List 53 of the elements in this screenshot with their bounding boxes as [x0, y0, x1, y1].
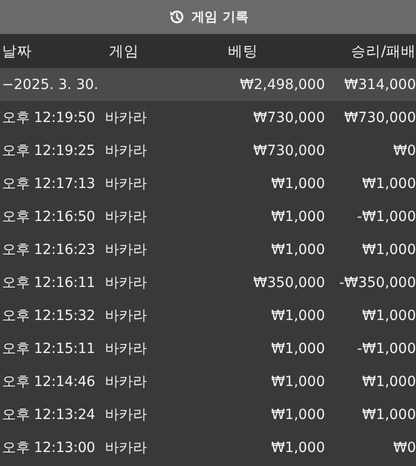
result-cell: ₩1,000 [362, 406, 416, 422]
window-title: 게임 기록 [192, 9, 248, 26]
column-header[interactable]: 승리/패배 [351, 42, 416, 60]
time-cell-text: 오후 12:13:00 [2, 438, 96, 456]
bet-cell: ₩1,000 [271, 374, 325, 390]
column-header[interactable]: 베팅 [195, 42, 258, 60]
game-cell-text: 바카라 [105, 142, 148, 160]
bet-cell: ₩1,000 [271, 440, 325, 456]
game-cell-text: 바카라 [105, 406, 148, 424]
bet-cell: ₩1,000 [271, 340, 325, 356]
result-cell: ₩1,000 [362, 308, 416, 324]
game-cell-text: 바카라 [105, 274, 148, 292]
bet-cell: ₩1,000 [271, 406, 325, 422]
result-cell: -₩1,000 [357, 340, 416, 356]
time-cell-text: 오후 12:16:50 [2, 208, 96, 226]
time-cell-text: 오후 12:15:11 [2, 340, 96, 358]
result-cell: ₩0 [393, 440, 416, 456]
bet-cell: ₩1,000 [271, 308, 325, 324]
game-cell-text: 바카라 [105, 108, 148, 126]
time-cell-text: 오후 12:17:13 [2, 174, 96, 192]
group-date: −2025. 3. 30. [2, 76, 100, 92]
bet-cell: ₩730,000 [253, 142, 325, 158]
bet-cell: ₩1,000 [271, 208, 325, 224]
time-cell-text: 오후 12:16:11 [2, 274, 96, 292]
bet-cell: ₩1,000 [271, 176, 325, 192]
game-cell-text: 바카라 [105, 372, 148, 390]
time-cell-text: 오후 12:19:25 [2, 142, 96, 160]
time-cell-text: 오후 12:14:46 [2, 372, 96, 390]
result-cell: -₩1,000 [357, 208, 416, 224]
time-cell-text: 오후 12:15:32 [2, 306, 96, 324]
time-cell-text: 오후 12:19:50 [2, 108, 96, 126]
column-header[interactable]: 날짜 [2, 42, 105, 60]
result-cell: ₩0 [393, 142, 416, 158]
group-total-bet: ₩2,498,000 [240, 76, 325, 92]
game-cell-text: 바카라 [105, 174, 148, 192]
result-cell: ₩1,000 [362, 374, 416, 390]
history-icon [168, 8, 186, 26]
result-cell: ₩1,000 [362, 176, 416, 192]
result-cell: ₩730,000 [344, 110, 416, 126]
result-cell: ₩1,000 [362, 242, 416, 258]
bet-cell: ₩1,000 [271, 242, 325, 258]
bet-cell: ₩350,000 [253, 274, 325, 290]
game-cell-text: 바카라 [105, 438, 148, 456]
result-cell: -₩350,000 [339, 274, 416, 290]
game-cell-text: 바카라 [105, 208, 148, 226]
bet-cell: ₩730,000 [253, 110, 325, 126]
group-total-result: ₩314,000 [344, 76, 416, 92]
game-cell-text: 바카라 [105, 306, 148, 324]
time-cell-text: 오후 12:16:23 [2, 240, 96, 258]
game-cell-text: 바카라 [105, 240, 148, 258]
column-header[interactable]: 게임 [105, 42, 195, 60]
time-cell-text: 오후 12:13:24 [2, 406, 96, 424]
game-cell-text: 바카라 [105, 340, 148, 358]
